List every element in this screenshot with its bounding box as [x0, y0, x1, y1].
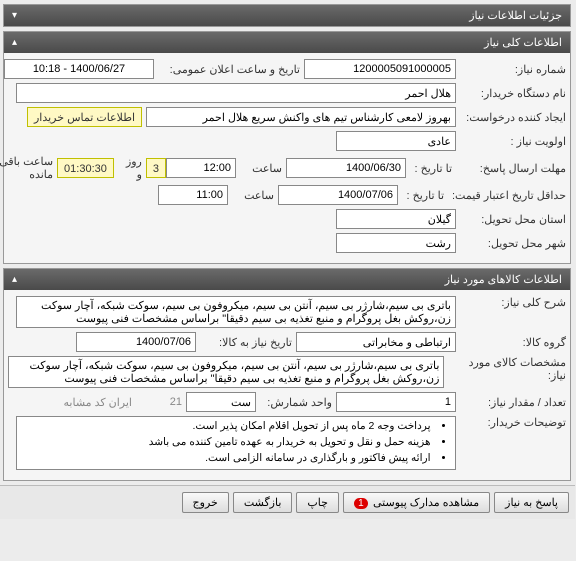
buyer-org-label: نام دستگاه خریدار: [457, 87, 567, 100]
creator-label: ایجاد کننده درخواست: [457, 111, 567, 124]
page-header: جزئیات اطلاعات نیاز ▾ [5, 5, 571, 26]
need-no-field[interactable] [305, 59, 457, 79]
need-info-title: اطلاعات کلی نیاز [485, 36, 563, 49]
row-buyer-notes: توضیحات خریدار: پرداخت وجه 2 ماه پس از ت… [9, 416, 567, 470]
time-label: ساعت [237, 162, 287, 175]
need-date-field[interactable] [77, 332, 197, 352]
group-field[interactable] [297, 332, 457, 352]
list-item: هزینه حمل و نقل و تحویل به خریدار به عهد… [22, 435, 446, 451]
collapse-icon[interactable]: ▴ [13, 274, 18, 285]
row-province: استان محل تحویل: [9, 209, 567, 229]
need-info-header: اطلاعات کلی نیاز ▴ [5, 32, 571, 53]
goods-title: اطلاعات کالاهای مورد نیاز [446, 273, 563, 286]
row-desc: شرح کلی نیاز: [9, 296, 567, 328]
row-priority: اولویت نیاز : [9, 131, 567, 151]
creator-field[interactable] [147, 107, 457, 127]
qty-field[interactable] [337, 392, 457, 412]
priority-field[interactable] [337, 131, 457, 151]
row-city: شهر محل تحویل: [9, 233, 567, 253]
back-button[interactable]: بازگشت [234, 492, 294, 513]
row-validity: حداقل تاریخ اعتبار قیمت: تا تاریخ : ساعت [9, 185, 567, 205]
exit-button[interactable]: خروج [183, 492, 230, 513]
announce-dt-field[interactable] [5, 59, 155, 79]
row-need-no: شماره نیاز: تاریخ و ساعت اعلان عمومی: [9, 59, 567, 79]
deadline-label: مهلت ارسال پاسخ: [457, 162, 567, 175]
qty-label: تعداد / مقدار نیاز: [457, 396, 567, 409]
validity-to-date-label: تا تاریخ : [399, 189, 449, 202]
group-label: گروه کالا: [457, 336, 567, 349]
collapse-icon[interactable]: ▾ [13, 10, 18, 21]
buyer-notes-label: توضیحات خریدار: [457, 416, 567, 429]
buyer-org-field[interactable] [17, 83, 457, 103]
deadline-to-date-label: تا تاریخ : [407, 162, 457, 175]
row-group: گروه کالا: تاریخ نیاز به کالا: [9, 332, 567, 352]
city-field[interactable] [337, 233, 457, 253]
validity-label: حداقل تاریخ اعتبار قیمت: [449, 189, 567, 202]
reply-button[interactable]: پاسخ به نیاز [495, 492, 570, 513]
page-header-panel: جزئیات اطلاعات نیاز ▾ [4, 4, 572, 27]
row-qty: تعداد / مقدار نیاز: واحد شمارش: 21 ایران… [9, 392, 567, 412]
list-item: پرداخت وجه 2 ماه پس از تحویل اقلام امکان… [22, 419, 446, 435]
province-label: استان محل تحویل: [457, 213, 567, 226]
city-label: شهر محل تحویل: [457, 237, 567, 250]
need-no-label: شماره نیاز: [457, 63, 567, 76]
deadline-time-field[interactable] [167, 158, 237, 178]
collapse-icon[interactable]: ▴ [13, 37, 18, 48]
desc-label: شرح کلی نیاز: [457, 296, 567, 309]
contact-buyer-button[interactable]: اطلاعات تماس خریدار [28, 107, 143, 127]
validity-time-label: ساعت [229, 189, 279, 202]
goods-header: اطلاعات کالاهای مورد نیاز ▴ [5, 269, 571, 290]
goods-panel: اطلاعات کالاهای مورد نیاز ▴ شرح کلی نیاز… [4, 268, 572, 481]
buyer-notes-box[interactable]: پرداخت وجه 2 ماه پس از تحویل اقلام امکان… [17, 416, 457, 470]
validity-date-field[interactable] [279, 185, 399, 205]
list-item: ارائه پیش فاکتور و بارگذاری در سامانه ال… [22, 451, 446, 467]
row-deadline: مهلت ارسال پاسخ: تا تاریخ : ساعت 3 روز و… [9, 155, 567, 181]
need-info-panel: اطلاعات کلی نیاز ▴ شماره نیاز: تاریخ و س… [4, 31, 572, 264]
spec-field[interactable] [9, 356, 445, 388]
spec-label: مشخصات کالای مورد نیاز: [445, 356, 567, 382]
days-and-label: روز و [115, 155, 147, 181]
row-spec: مشخصات کالای مورد نیاز: [9, 356, 567, 388]
row-buyer-org: نام دستگاه خریدار: [9, 83, 567, 103]
irancode-label: ایران کد مشابه [61, 396, 137, 409]
province-field[interactable] [337, 209, 457, 229]
unit-label: واحد شمارش: [257, 396, 337, 409]
deadline-date-field[interactable] [287, 158, 407, 178]
item-no-label: 21 [137, 396, 187, 408]
page-title: جزئیات اطلاعات نیاز [470, 9, 563, 22]
attachments-button[interactable]: مشاهده مدارک پیوستی 1 [344, 492, 491, 513]
button-bar: پاسخ به نیاز مشاهده مدارک پیوستی 1 چاپ ب… [0, 485, 576, 519]
remaining-time-box: 01:30:30 [58, 158, 115, 178]
buyer-notes-list: پرداخت وجه 2 ماه پس از تحویل اقلام امکان… [22, 419, 452, 466]
announce-label: تاریخ و ساعت اعلان عمومی: [155, 63, 305, 76]
need-date-label: تاریخ نیاز به کالا: [197, 336, 297, 349]
unit-field[interactable] [187, 392, 257, 412]
desc-field[interactable] [17, 296, 457, 328]
priority-label: اولویت نیاز : [457, 135, 567, 148]
attachments-count-badge: 1 [355, 498, 369, 509]
row-creator: ایجاد کننده درخواست: اطلاعات تماس خریدار [9, 107, 567, 127]
remaining-label: ساعت باقی مانده [0, 155, 58, 181]
attachments-label: مشاهده مدارک پیوستی [374, 497, 480, 509]
print-button[interactable]: چاپ [297, 492, 340, 513]
validity-time-field[interactable] [159, 185, 229, 205]
days-count-box: 3 [147, 158, 167, 178]
